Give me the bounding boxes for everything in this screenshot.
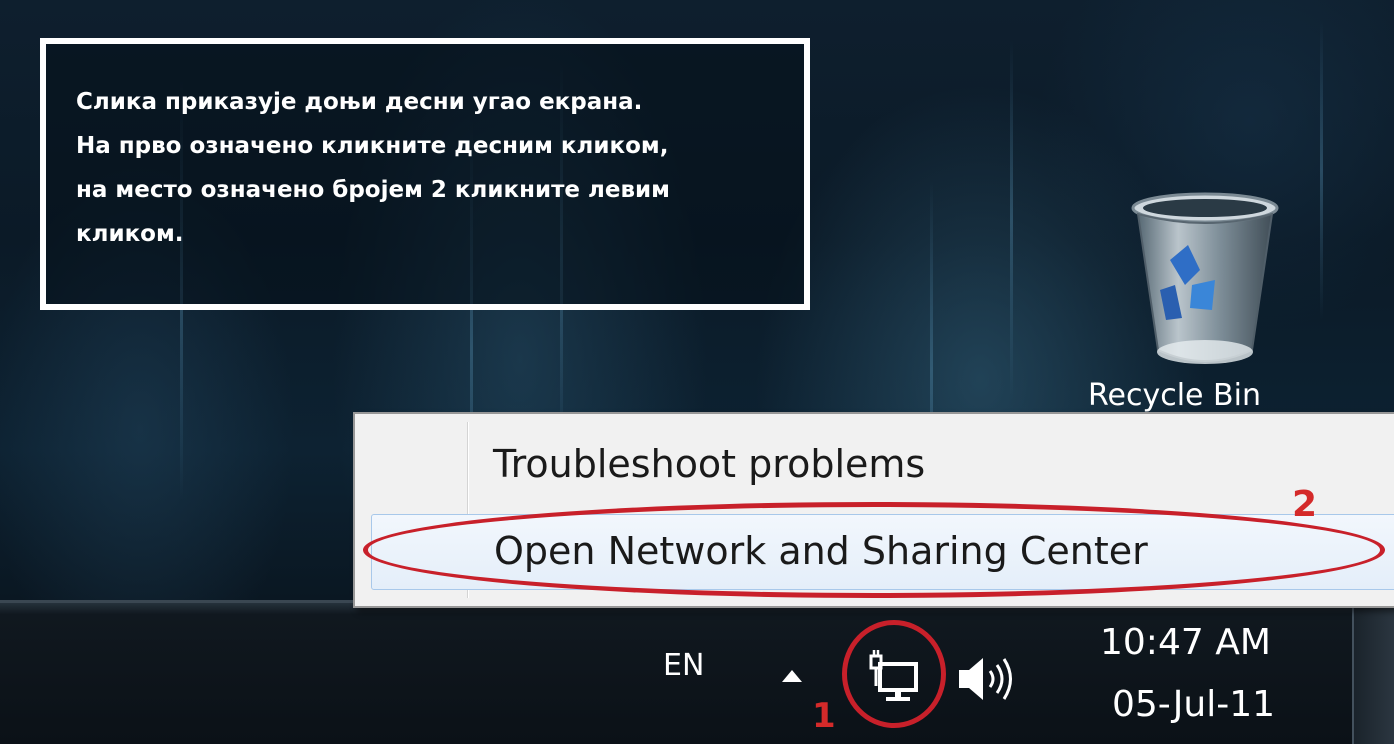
instruction-line-2: На прво означено кликните десним кликом, — [76, 133, 669, 159]
menu-item-highlight — [363, 502, 1385, 598]
menu-item-label: Troubleshoot problems — [493, 442, 926, 486]
network-icon-highlight — [842, 620, 946, 728]
annotation-marker-1: 1 — [812, 696, 836, 736]
language-indicator[interactable]: EN — [663, 648, 704, 683]
annotation-marker-2: 2 — [1292, 484, 1318, 525]
instruction-box: Слика приказује доњи десни угао екрана. … — [40, 38, 810, 310]
menu-item-troubleshoot-problems[interactable]: Troubleshoot problems — [371, 428, 1394, 504]
clock-date[interactable]: 05-Jul-11 — [1112, 684, 1275, 725]
show-desktop-button[interactable] — [1352, 603, 1394, 744]
instruction-line-3: на место означено бројем 2 кликните леви… — [76, 177, 670, 203]
show-hidden-icons-arrow-icon[interactable] — [782, 670, 802, 682]
volume-icon[interactable] — [955, 652, 1017, 706]
wallpaper-streak — [1320, 20, 1323, 320]
recycle-bin-label[interactable]: Recycle Bin — [1088, 378, 1261, 413]
wallpaper-streak — [1010, 40, 1013, 400]
instruction-line-1: Слика приказује доњи десни угао екрана. — [76, 89, 643, 115]
recycle-bin-icon[interactable] — [1130, 190, 1280, 380]
instruction-line-4: кликом. — [76, 221, 184, 247]
clock-time[interactable]: 10:47 AM — [1100, 622, 1271, 663]
instruction-text: Слика приказује доњи десни угао екрана. … — [76, 80, 796, 256]
